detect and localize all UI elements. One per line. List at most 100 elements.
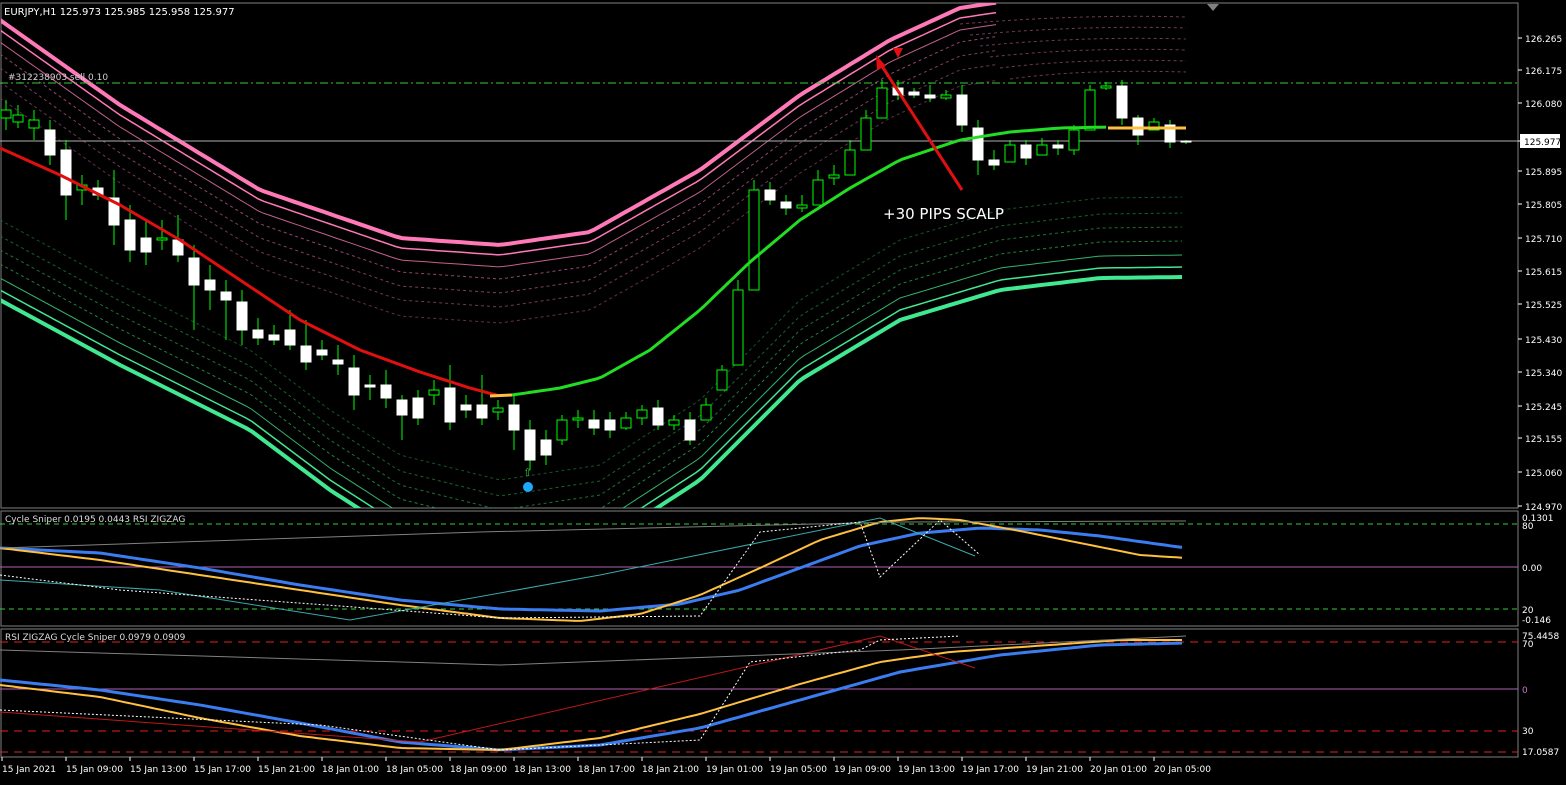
sub1-axis-label-3: 20 (1522, 606, 1534, 616)
price-label-6: 125.710 (1525, 235, 1562, 245)
price-label-12: 125.155 (1525, 435, 1562, 445)
sub1-axis-label-1: 80 (1522, 522, 1534, 532)
time-label-2: 15 Jan 13:00 (130, 765, 187, 775)
candle-body-47 (748, 189, 760, 291)
time-label-3: 15 Jan 17:00 (194, 765, 251, 775)
transition-ma-line (489, 393, 513, 398)
candle-body-16 (252, 329, 264, 339)
candle-body-14 (220, 291, 232, 301)
candle-body-22 (348, 367, 360, 396)
price-label-11: 125.245 (1525, 403, 1562, 413)
time-label-7: 18 Jan 09:00 (450, 765, 507, 775)
sub2-axis-label-4: 17.0587 (1522, 748, 1559, 758)
candle-body-51 (812, 179, 824, 206)
candle-body-41 (652, 407, 664, 426)
candle-body-53 (844, 149, 856, 176)
candle-body-12 (188, 257, 200, 286)
trading-chart[interactable]: 126.265 126.175 126.080 125.977 125.895 125.8… (0, 0, 1566, 785)
candle-body-20 (316, 349, 328, 356)
price-label-5: 125.805 (1525, 201, 1562, 211)
sub2-title: RSI ZIGZAG Cycle Sniper 0.0979 0.0909 (5, 633, 186, 643)
candle-body-54 (860, 117, 872, 151)
candle-body-48 (764, 189, 776, 201)
time-label-4: 15 Jan 21:00 (258, 765, 315, 775)
time-label-13: 19 Jan 09:00 (834, 765, 891, 775)
sub2-axis-label-2: 0 (1522, 686, 1528, 696)
candle-body-1 (12, 114, 24, 123)
time-label-15: 19 Jan 17:00 (962, 765, 1019, 775)
signal-dot-icon (523, 482, 533, 492)
price-label-10: 125.340 (1525, 369, 1562, 379)
candle-body-13 (204, 279, 216, 291)
candle-body-64 (1020, 144, 1032, 159)
time-label-9: 18 Jan 17:00 (578, 765, 635, 775)
candle-body-69 (1100, 85, 1112, 89)
trade-order-label: #312238903 sell 0.10 (8, 73, 108, 83)
candle-body-9 (140, 237, 152, 253)
candle-body-4 (60, 149, 72, 196)
candle-body-58 (924, 94, 936, 99)
candle-body-21 (332, 359, 344, 365)
time-label-6: 18 Jan 05:00 (386, 765, 443, 775)
candle-body-45 (716, 369, 728, 391)
candle-body-2 (28, 119, 40, 129)
time-label-17: 20 Jan 01:00 (1090, 765, 1147, 775)
candle-body-57 (908, 91, 920, 96)
candle-body-42 (668, 419, 680, 426)
candle-body-23 (364, 384, 376, 388)
price-label-9: 125.430 (1525, 336, 1562, 346)
time-label-5: 18 Jan 01:00 (322, 765, 379, 775)
candle-body-31 (492, 407, 504, 413)
candle-body-52 (828, 174, 840, 179)
sub1-axis-label-2: 0.00 (1522, 564, 1542, 574)
candle-body-40 (636, 409, 648, 419)
sub1-axis-label-4: -0.146 (1522, 616, 1551, 626)
candle-body-67 (1068, 129, 1080, 151)
up-arrow-icon: ⇧ (523, 466, 532, 479)
candle-body-60 (956, 94, 968, 126)
candle-body-27 (428, 389, 440, 396)
candle-body-8 (124, 219, 136, 251)
candle-body-33 (524, 429, 536, 461)
price-label-2: 126.080 (1525, 100, 1562, 110)
candle-body-28 (444, 387, 456, 423)
time-label-12: 19 Jan 05:00 (770, 765, 827, 775)
candle-body-62 (988, 159, 1000, 166)
candle-body-50 (796, 204, 808, 209)
candle-body-0 (0, 109, 12, 119)
sub1-title: Cycle Sniper 0.0195 0.0443 RSI ZIGZAG (5, 515, 185, 525)
price-label-13: 125.060 (1525, 469, 1562, 479)
chart-symbol-label: EURJPY,H1 125.973 125.985 125.958 125.97… (4, 7, 235, 18)
candle-body-38 (604, 419, 616, 431)
price-label-4: 125.895 (1525, 168, 1562, 178)
candle-body-70 (1116, 85, 1128, 119)
candle-body-43 (684, 419, 696, 441)
candle-body-63 (1004, 144, 1016, 163)
candle-body-46 (732, 289, 744, 366)
candle-body-74 (1180, 140, 1192, 143)
sub2-axis-label-3: 30 (1522, 727, 1534, 737)
candle-body-36 (572, 417, 584, 421)
candle-body-10 (156, 237, 168, 241)
candle-body-26 (412, 397, 424, 419)
time-label-8: 18 Jan 13:00 (514, 765, 571, 775)
candle-body-29 (460, 404, 472, 411)
price-label-8: 125.525 (1525, 301, 1562, 311)
price-label-0: 126.265 (1525, 35, 1562, 45)
price-label-7: 125.615 (1525, 268, 1562, 278)
candle-body-3 (44, 129, 56, 156)
scalp-annotation: +30 PIPS SCALP (883, 205, 1004, 223)
candle-body-32 (508, 404, 520, 431)
candle-body-55 (876, 87, 888, 119)
candle-body-34 (540, 439, 552, 456)
time-label-1: 15 Jan 09:00 (66, 765, 123, 775)
sub2-axis-label-1: 70 (1522, 640, 1534, 650)
price-label-1: 126.175 (1525, 67, 1562, 77)
candle-body-49 (780, 201, 792, 209)
candle-body-68 (1084, 89, 1096, 131)
candle-body-61 (972, 127, 984, 161)
price-label-14: 124.970 (1525, 503, 1562, 513)
candle-body-59 (940, 94, 952, 99)
time-label-10: 18 Jan 21:00 (642, 765, 699, 775)
candle-body-39 (620, 417, 632, 429)
